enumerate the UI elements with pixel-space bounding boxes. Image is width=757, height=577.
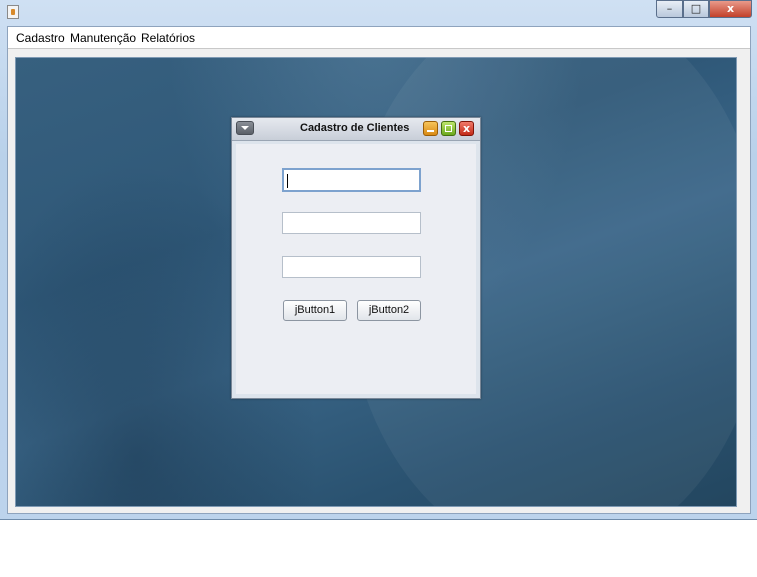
internal-frame-title: Cadastro de Clientes <box>300 122 410 134</box>
text-field-3[interactable] <box>282 256 421 278</box>
menu-bar: Cadastro Manutenção Relatórios <box>8 27 750 49</box>
jbutton2[interactable]: jButton2 <box>357 300 421 321</box>
menu-relatorios[interactable]: Relatórios <box>141 31 195 45</box>
window-minimize-button[interactable]: – <box>656 0 683 18</box>
jbutton1[interactable]: jButton1 <box>283 300 347 321</box>
text-field-2[interactable] <box>282 212 421 234</box>
internal-frame-title-bar[interactable]: Cadastro de Clientes x <box>232 118 480 141</box>
frame-close-button[interactable]: x <box>459 121 474 136</box>
frame-maximize-button[interactable] <box>441 121 456 136</box>
window-maximize-button[interactable]: □ <box>683 0 709 18</box>
text-field-1[interactable] <box>282 168 421 192</box>
text-caret <box>287 174 288 188</box>
menu-cadastro[interactable]: Cadastro <box>16 31 65 45</box>
frame-system-menu-icon[interactable] <box>236 121 254 135</box>
window-title-bar[interactable]: – □ x <box>0 0 757 26</box>
menu-manutencao[interactable]: Manutenção <box>70 31 136 45</box>
internal-frame-content: jButton1 jButton2 <box>236 144 476 394</box>
internal-frame-cadastro-de-clientes: Cadastro de Clientes x jButton1 jButton2 <box>231 117 481 399</box>
frame-minimize-button[interactable] <box>423 121 438 136</box>
window-close-button[interactable]: x <box>709 0 752 18</box>
java-app-icon[interactable] <box>7 5 19 19</box>
